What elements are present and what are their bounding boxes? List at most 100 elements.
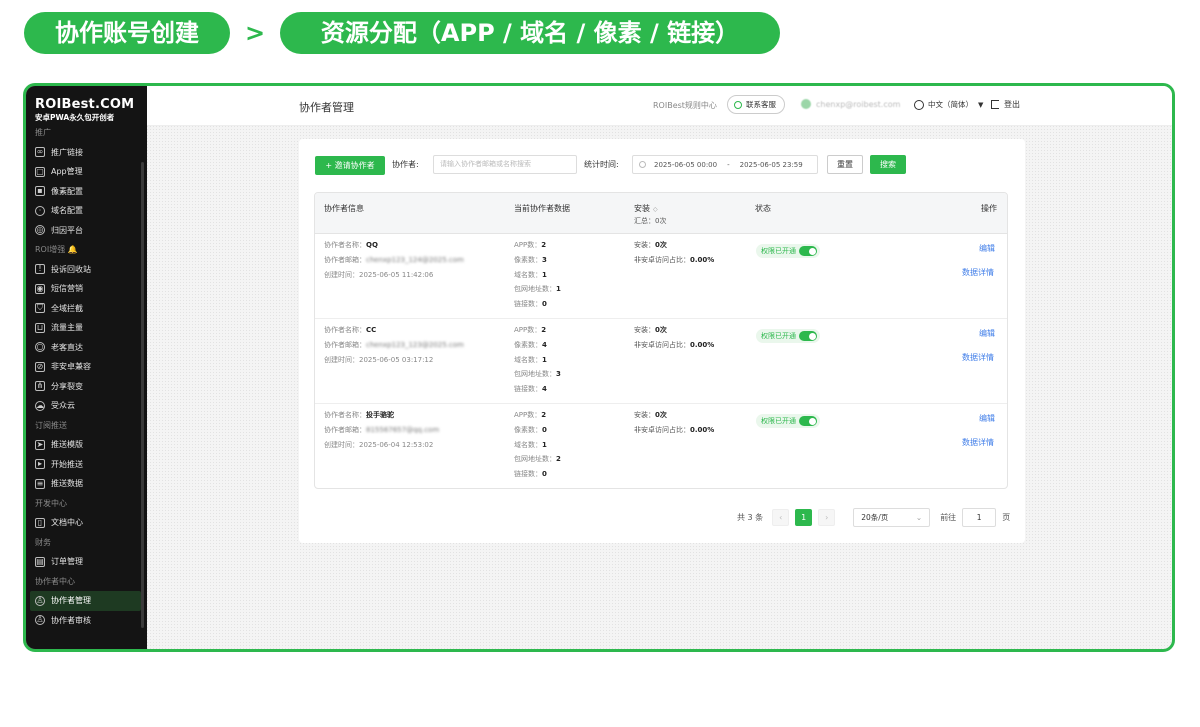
invite-collaborator-button[interactable]: + 邀请协作者 xyxy=(315,156,385,175)
sidebar-item-sms[interactable]: ◉ 短信营销 xyxy=(26,279,147,299)
pkg-count-label: 包网地址数： xyxy=(514,285,556,294)
link-icon: ∞ xyxy=(35,147,45,158)
logout-button[interactable]: 登出 xyxy=(991,99,1020,110)
data-detail-link[interactable]: 数据详情 xyxy=(962,437,994,448)
edit-link[interactable]: 编辑 xyxy=(979,413,995,424)
sidebar-item-label: 推送模版 xyxy=(51,440,83,450)
globe-icon xyxy=(914,99,924,110)
col-data: 当前协作者数据 xyxy=(514,204,570,213)
install-total: 汇总：0次 xyxy=(634,217,667,225)
sms-icon: ◉ xyxy=(35,283,45,294)
customer-service-button[interactable]: 联系客服 xyxy=(727,95,785,114)
sidebar-item-push-template[interactable]: ➤ 推送模版 xyxy=(26,435,147,455)
sidebar-item-label: 全域拦截 xyxy=(51,303,83,313)
step-banner: 协作账号创建 > 资源分配（APP / 域名 / 像素 / 链接） xyxy=(24,12,780,54)
data-detail-link[interactable]: 数据详情 xyxy=(962,267,994,278)
clock-icon xyxy=(639,161,646,168)
sidebar-item-promo-link[interactable]: ∞ 推广链接 xyxy=(26,143,147,163)
sidebar-item-non-android[interactable]: ⊘ 非安卓兼容 xyxy=(26,357,147,377)
sidebar-scrollbar[interactable] xyxy=(141,162,144,628)
info-cell: 协作者名称：QQ 协作者邮箱：chenxp123_124@2025.com 创建… xyxy=(324,238,464,282)
link-count: 0 xyxy=(542,470,547,479)
permission-toggle[interactable] xyxy=(799,246,817,256)
user-account[interactable]: chenxp@roibest.com xyxy=(801,99,900,109)
app-count-label: APP数： xyxy=(514,326,542,334)
permission-label: 权限已开通 xyxy=(761,247,796,255)
permission-toggle[interactable] xyxy=(799,331,817,341)
non-android-label: 非安卓访问占比： xyxy=(634,255,690,264)
info-cell: 协作者名称：投手骆驼 协作者邮箱：815567657@qq.com 创建时间：2… xyxy=(324,408,439,452)
pagination: 共 3 条 ‹ 1 › 20条/页 ⌄ 前往 1 页 xyxy=(737,508,1010,527)
reset-button[interactable]: 重置 xyxy=(827,155,863,174)
language-selector[interactable]: 中文（简体） ▼ xyxy=(914,99,983,110)
rules-center-link[interactable]: ROIBest规则中心 xyxy=(653,100,717,111)
collaborator-search-input[interactable]: 请输入协作者邮箱或名称搜索 xyxy=(433,155,577,174)
sidebar-item-push-data[interactable]: ≡ 推送数据 xyxy=(26,474,147,494)
install-label: 安装： xyxy=(634,411,655,419)
page-size-select[interactable]: 20条/页 ⌄ xyxy=(853,508,931,527)
sidebar-item-label: App管理 xyxy=(51,167,83,177)
date-range-picker[interactable]: 2025-06-05 00:00 - 2025-06-05 23:59 xyxy=(632,155,818,174)
app-count: 2 xyxy=(541,411,547,419)
sidebar-item-pixel[interactable]: ▪ 像素配置 xyxy=(26,182,147,202)
globe-icon: · xyxy=(35,205,45,216)
sidebar-item-label: 协作者管理 xyxy=(51,596,91,606)
step-assign-resources: 资源分配（APP / 域名 / 像素 / 链接） xyxy=(280,12,780,54)
date-end: 2025-06-05 23:59 xyxy=(739,160,803,169)
search-button[interactable]: 搜索 xyxy=(870,155,906,174)
collaborator-filter-label: 协作者: xyxy=(392,160,419,169)
collaborator-email: chenxp123_124@2025.com xyxy=(366,255,464,264)
sidebar-item-label: 域名配置 xyxy=(51,206,83,216)
next-page-button[interactable]: › xyxy=(818,509,836,526)
user-email: chenxp@roibest.com xyxy=(816,99,901,109)
col-install-label: 安装 xyxy=(634,204,650,213)
sidebar-menu: 推广 ∞ 推广链接 ▢ App管理 ▪ 像素配置 · 域名配置 ◎ 归因平台 ROI增强 … xyxy=(26,123,147,630)
section-promotion: 推广 xyxy=(35,128,51,137)
table-row: 协作者名称：QQ 协作者邮箱：chenxp123_124@2025.com 创建… xyxy=(315,234,1007,319)
user-review-icon: ♙ xyxy=(35,615,45,626)
sidebar-item-domain[interactable]: · 域名配置 xyxy=(26,201,147,221)
sidebar-item-intercept[interactable]: ⛉ 全域拦截 xyxy=(26,299,147,319)
sidebar-item-collaborator-review[interactable]: ♙ 协作者审核 xyxy=(26,611,147,631)
sidebar-item-share[interactable]: ⋔ 分享裂变 xyxy=(26,377,147,397)
collaborator-name: QQ xyxy=(366,241,378,249)
table-header: 协作者信息 当前协作者数据 安装 ◇ 汇总：0次 状态 操作 xyxy=(315,193,1007,234)
sidebar-item-complaint[interactable]: ! 投诉回收站 xyxy=(26,260,147,280)
sidebar-item-collaborator-manage[interactable]: ♙ 协作者管理 xyxy=(30,591,141,611)
prev-page-button[interactable]: ‹ xyxy=(772,509,790,526)
sidebar-item-orders[interactable]: ▤ 订单管理 xyxy=(26,552,147,572)
goto-page-input[interactable]: 1 xyxy=(962,508,997,527)
sidebar-item-start-push[interactable]: ▸ 开始推送 xyxy=(26,455,147,475)
permission-toggle[interactable] xyxy=(799,416,817,426)
logo[interactable]: ROIBest.COM 安卓PWA永久包开创者 xyxy=(35,97,134,123)
sidebar-item-traffic[interactable]: ⊔ 流量主量 xyxy=(26,318,147,338)
pkg-count-label: 包网地址数： xyxy=(514,455,556,464)
sidebar-item-app[interactable]: ▢ App管理 xyxy=(26,162,147,182)
sidebar-item-label: 流量主量 xyxy=(51,323,83,333)
sidebar-item-audience[interactable]: ☁ 受众云 xyxy=(26,396,147,416)
app-icon: ▢ xyxy=(35,166,45,177)
collaborator-email: chenxp123_123@2025.com xyxy=(366,340,464,349)
app-count: 2 xyxy=(541,326,547,334)
logout-icon xyxy=(991,100,999,109)
logout-label: 登出 xyxy=(1004,100,1020,109)
collaborator-table: 协作者信息 当前协作者数据 安装 ◇ 汇总：0次 状态 操作 协作者名称：QQ 协… xyxy=(314,192,1008,489)
non-android-ratio: 0.00% xyxy=(690,340,715,349)
edit-link[interactable]: 编辑 xyxy=(979,328,995,339)
app-count: 2 xyxy=(541,241,547,249)
data-detail-link[interactable]: 数据详情 xyxy=(962,352,994,363)
sidebar-item-attribution[interactable]: ◎ 归因平台 xyxy=(26,221,147,241)
sidebar-item-docs[interactable]: ▯ 文档中心 xyxy=(26,513,147,533)
non-android-ratio: 0.00% xyxy=(690,255,715,264)
sidebar-item-old-customer[interactable]: ○ 老客直达 xyxy=(26,338,147,358)
col-install[interactable]: 安装 ◇ xyxy=(634,203,658,214)
name-label: 协作者名称： xyxy=(324,241,366,249)
sort-icon[interactable]: ◇ xyxy=(653,206,658,213)
sidebar-item-label: 归因平台 xyxy=(51,225,83,235)
domain-count-label: 域名数： xyxy=(514,440,542,449)
edit-link[interactable]: 编辑 xyxy=(979,243,995,254)
step-arrow: > xyxy=(244,19,266,47)
current-page[interactable]: 1 xyxy=(795,509,813,526)
non-android-ratio: 0.00% xyxy=(690,425,715,434)
install-label: 安装： xyxy=(634,326,655,334)
